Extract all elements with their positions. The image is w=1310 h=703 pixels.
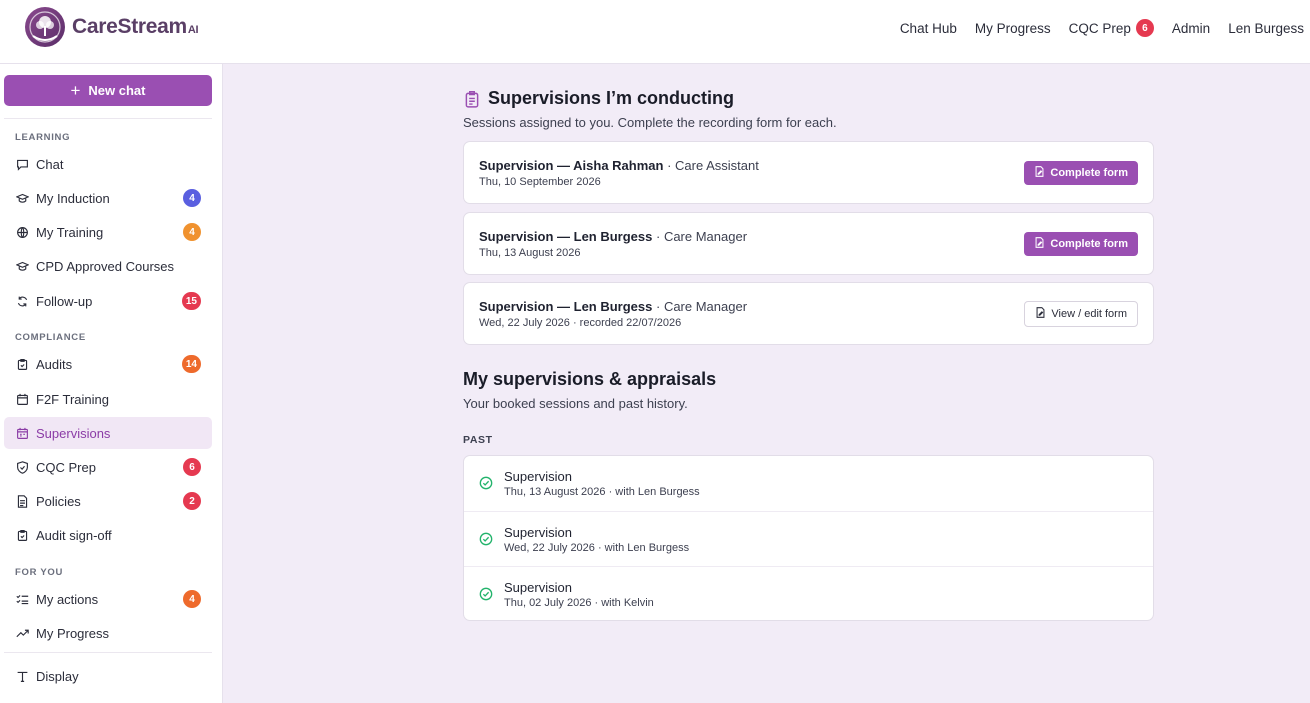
supervision-card: Supervision — Len Burgess · Care Manager… (463, 212, 1154, 275)
top-navigation: Chat Hub My Progress CQC Prep 6 Admin Len… (900, 0, 1304, 56)
card-title: Supervision — Len Burgess (479, 229, 653, 244)
check-circle-icon (479, 532, 493, 546)
nav-cqc-prep[interactable]: CQC Prep 6 (1069, 19, 1154, 37)
trend-up-icon (15, 626, 29, 640)
file-edit-icon (1035, 307, 1046, 321)
history-title: Supervision (504, 580, 572, 595)
my-supervisions-subtitle: Your booked sessions and past history. (463, 396, 688, 411)
calendar-icon (15, 426, 29, 440)
sidebar-item-supervisions[interactable]: Supervisions (4, 417, 212, 449)
my-training-badge: 4 (183, 223, 201, 241)
policies-badge: 2 (183, 492, 201, 510)
checklist-icon (15, 592, 29, 606)
cqc-prep-sidebar-badge: 6 (183, 458, 201, 476)
graduation-cap-icon (15, 191, 29, 205)
sidebar-item-audits[interactable]: Audits 14 (4, 348, 212, 380)
sidebar-item-my-induction[interactable]: My Induction 4 (4, 182, 212, 214)
check-circle-icon (479, 587, 493, 601)
sidebar-item-display[interactable]: Display (4, 660, 212, 692)
plus-icon: + (70, 81, 81, 100)
section-learning: LEARNING (15, 132, 71, 143)
file-edit-icon (1034, 237, 1045, 251)
history-detail: Thu, 13 August 2026 · with Len Burgess (504, 486, 700, 498)
sidebar-item-follow-up[interactable]: Follow-up 15 (4, 285, 212, 317)
nav-chat-hub[interactable]: Chat Hub (900, 21, 957, 36)
cqc-prep-badge: 6 (1135, 19, 1154, 37)
history-detail: Thu, 02 July 2026 · with Kelvin (504, 597, 654, 609)
card-title: Supervision — Aisha Rahman (479, 158, 664, 173)
brand-logo[interactable]: CareStreamAI (24, 6, 199, 48)
refresh-icon (15, 294, 29, 308)
file-edit-icon (1034, 166, 1045, 180)
conducting-title: Supervisions I’m conducting (488, 88, 735, 108)
follow-up-badge: 15 (181, 292, 201, 310)
sidebar-item-my-actions[interactable]: My actions 4 (4, 583, 212, 615)
new-chat-button[interactable]: + New chat (4, 75, 212, 106)
my-induction-badge: 4 (183, 189, 201, 207)
check-circle-icon (479, 476, 493, 490)
card-role: · Care Manager (656, 229, 748, 244)
divider (4, 118, 212, 119)
list-item[interactable]: Supervision Thu, 13 August 2026 · with L… (464, 456, 1153, 511)
card-date: Wed, 22 July 2026 · recorded 22/07/2026 (479, 317, 682, 329)
history-title: Supervision (504, 525, 572, 540)
section-for-you: FOR YOU (15, 567, 64, 578)
audits-badge: 14 (181, 355, 201, 373)
globe-icon (15, 225, 29, 239)
supervision-card: Supervision — Len Burgess · Care Manager… (463, 282, 1154, 345)
conducting-subtitle: Sessions assigned to you. Complete the r… (463, 115, 837, 130)
sidebar-item-audit-signoff[interactable]: Audit sign-off (4, 519, 212, 551)
nav-admin[interactable]: Admin (1172, 21, 1210, 36)
list-item[interactable]: Supervision Thu, 02 July 2026 · with Kel… (464, 566, 1153, 620)
my-actions-badge: 4 (183, 590, 201, 608)
conducting-heading: Supervisions I’m conducting (463, 88, 734, 109)
sidebar-item-f2f-training[interactable]: F2F Training (4, 383, 212, 415)
brand-name: CareStreamAI (72, 15, 199, 38)
sidebar-item-cpd-courses[interactable]: CPD Approved Courses (4, 250, 212, 282)
clipboard-check-icon (15, 528, 29, 542)
my-supervisions-title: My supervisions & appraisals (463, 369, 717, 389)
card-title: Supervision — Len Burgess (479, 299, 653, 314)
supervision-card: Supervision — Aisha Rahman · Care Assist… (463, 141, 1154, 204)
card-date: Thu, 13 August 2026 (479, 247, 581, 259)
history-title: Supervision (504, 469, 572, 484)
document-icon (15, 494, 29, 508)
sidebar-item-my-progress[interactable]: My Progress (4, 617, 212, 649)
history-list: Supervision Thu, 13 August 2026 · with L… (463, 455, 1154, 621)
view-edit-form-button[interactable]: View / edit form (1024, 301, 1138, 327)
past-section-label: PAST (463, 434, 493, 446)
sidebar-item-cqc-prep[interactable]: CQC Prep 6 (4, 451, 212, 483)
sidebar-item-policies[interactable]: Policies 2 (4, 485, 212, 517)
chat-bubble-icon (15, 157, 29, 171)
tree-logo-icon (24, 6, 66, 48)
shield-check-icon (15, 460, 29, 474)
card-date: Thu, 10 September 2026 (479, 176, 601, 188)
sidebar: + New chat LEARNING Chat My Induction 4 … (0, 64, 223, 703)
top-bar: CareStreamAI Chat Hub My Progress CQC Pr… (0, 0, 1310, 64)
sidebar-item-chat[interactable]: Chat (4, 148, 212, 180)
clipboard-check-icon (15, 357, 29, 371)
card-role: · Care Manager (656, 299, 748, 314)
section-compliance: COMPLIANCE (15, 332, 86, 343)
user-menu[interactable]: Len Burgess (1228, 21, 1304, 36)
history-detail: Wed, 22 July 2026 · with Len Burgess (504, 542, 690, 554)
list-item[interactable]: Supervision Wed, 22 July 2026 · with Len… (464, 511, 1153, 566)
text-type-icon (15, 669, 29, 683)
nav-my-progress[interactable]: My Progress (975, 21, 1051, 36)
complete-form-button[interactable]: Complete form (1024, 232, 1138, 256)
card-role: · Care Assistant (667, 158, 759, 173)
calendar-icon (15, 392, 29, 406)
complete-form-button[interactable]: Complete form (1024, 161, 1138, 185)
sidebar-item-my-training[interactable]: My Training 4 (4, 216, 212, 248)
divider (4, 652, 212, 653)
graduation-cap-icon (15, 259, 29, 273)
clipboard-list-icon (463, 90, 481, 108)
